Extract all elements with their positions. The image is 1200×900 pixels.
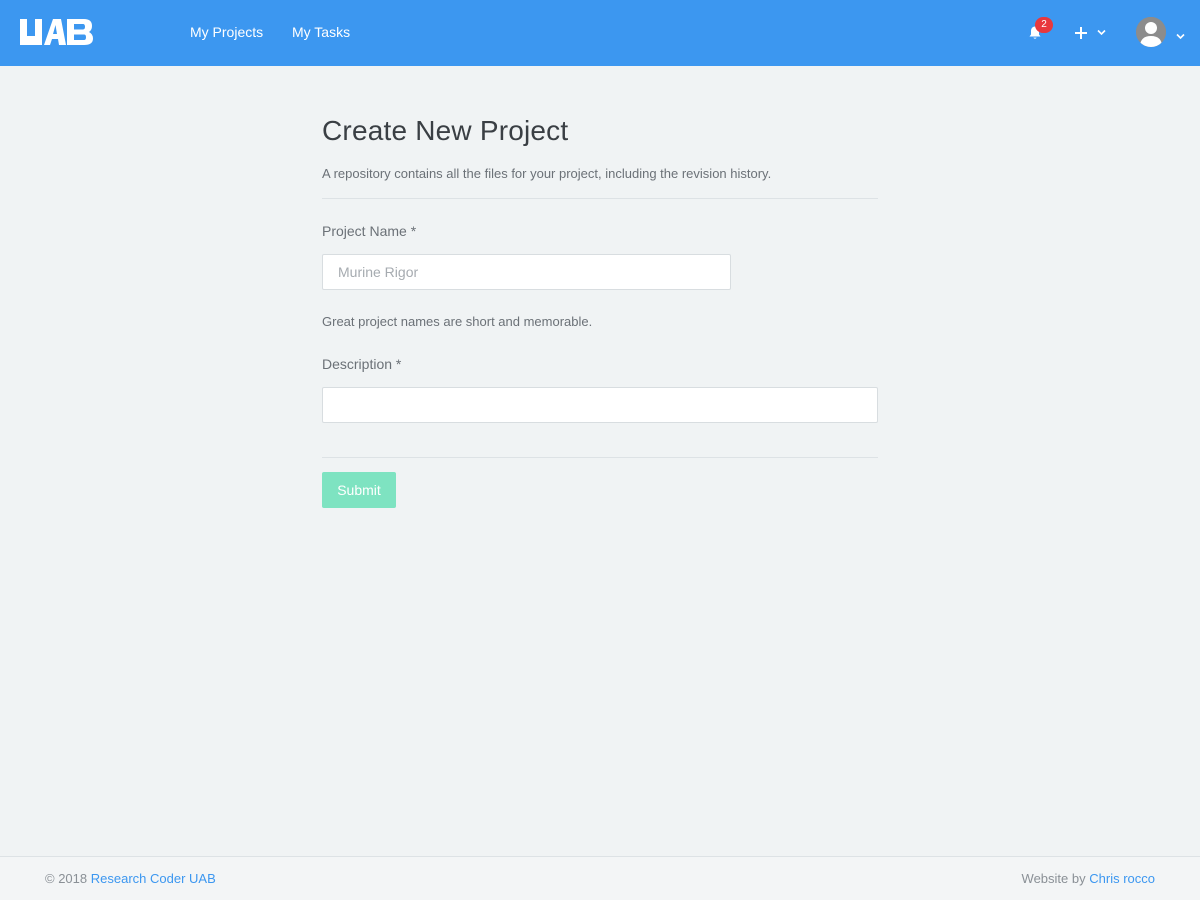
project-name-input[interactable] <box>322 254 731 290</box>
divider <box>322 198 878 199</box>
avatar <box>1136 17 1166 47</box>
page-subtitle: A repository contains all the files for … <box>322 166 772 181</box>
user-menu[interactable] <box>1134 16 1190 52</box>
chevron-down-icon <box>1176 33 1185 40</box>
notification-count-badge: 2 <box>1035 17 1053 33</box>
research-coder-link[interactable]: Research Coder UAB <box>91 871 216 886</box>
page-title: Create New Project <box>322 115 569 146</box>
copyright-text: © 2018 <box>45 871 88 886</box>
chevron-down-icon <box>1097 29 1106 36</box>
description-label: Description * <box>322 356 402 372</box>
project-name-label: Project Name * <box>322 223 417 239</box>
project-name-help-text: Great project names are short and memora… <box>322 314 593 329</box>
divider <box>322 457 878 458</box>
footer: © 2018 Research Coder UAB Website by Chr… <box>0 856 1200 900</box>
submit-button[interactable]: Submit <box>322 472 396 508</box>
footer-credit: Website by Chris rocco <box>1022 871 1155 886</box>
credit-text: Website by <box>1021 871 1086 886</box>
description-input[interactable] <box>322 387 878 423</box>
author-link[interactable]: Chris rocco <box>1089 871 1155 886</box>
user-silhouette-icon <box>1136 17 1166 47</box>
add-new-menu[interactable] <box>1070 22 1110 44</box>
top-navbar: My Projects My Tasks 2 <box>0 0 1200 66</box>
nav-my-tasks[interactable]: My Tasks <box>292 24 350 40</box>
plus-icon <box>1075 27 1087 39</box>
uab-logo[interactable] <box>20 19 93 45</box>
footer-copyright: © 2018 Research Coder UAB <box>45 871 216 886</box>
nav-my-projects[interactable]: My Projects <box>190 24 263 40</box>
